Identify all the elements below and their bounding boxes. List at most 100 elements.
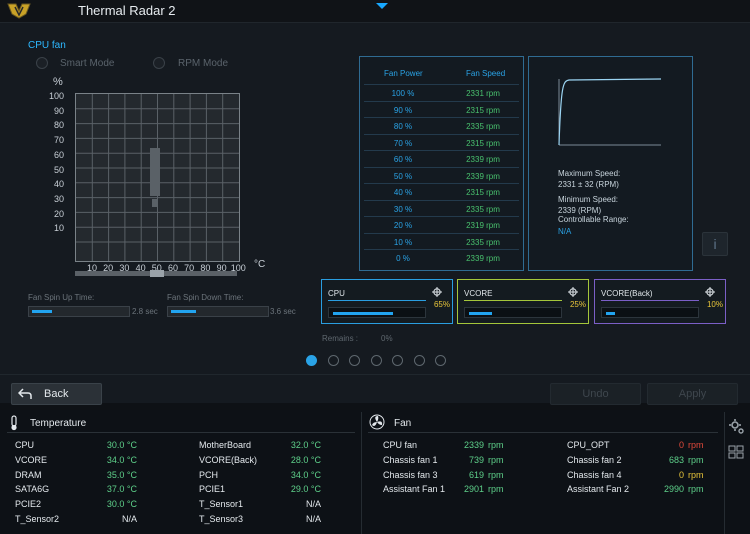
crosshair-icon[interactable] — [568, 287, 578, 297]
spin-down-fill — [171, 310, 196, 313]
y-tick-label: 70 — [53, 135, 64, 146]
table-row-divider — [364, 100, 519, 102]
info-button[interactable]: i — [702, 232, 728, 256]
fan-rpm-value: 2901 — [463, 484, 484, 495]
spin-down-slider[interactable] — [167, 306, 269, 317]
table-row: 100 % 2331 rpm — [360, 89, 523, 101]
collapse-arrow-icon[interactable] — [376, 3, 388, 9]
undo-button[interactable]: Undo — [550, 383, 641, 405]
fan-name: Chassis fan 2 — [567, 454, 622, 465]
x-unit-label: °C — [254, 259, 266, 270]
page-dot[interactable] — [349, 355, 360, 366]
y-tick-label: 90 — [53, 105, 64, 116]
table-row-divider — [364, 183, 519, 184]
sensor-name: CPU — [328, 289, 345, 298]
sensor-underline — [328, 300, 426, 301]
spin-up-label: Fan Spin Up Time: — [28, 293, 95, 302]
sensor-card-cpu[interactable]: CPU 65% — [321, 279, 453, 324]
temp-sensor-value: 30.0 °C — [106, 499, 137, 510]
table-row-divider — [364, 133, 519, 135]
y-tick-label: 50 — [53, 164, 64, 175]
sensor-underline — [464, 300, 562, 301]
fan-power-cell: 50 % — [393, 171, 413, 181]
fan-speed-cell: 2319 rpm — [466, 221, 500, 230]
fan-rpm-unit: rpm — [688, 469, 704, 480]
y-unit-label: % — [53, 76, 63, 88]
fan-power-cell: 80 % — [393, 122, 413, 131]
rpm-mode-radio[interactable] — [153, 57, 165, 69]
warning-dot — [152, 199, 158, 207]
fan-power-cell: 0 % — [396, 254, 410, 263]
back-button[interactable]: Back — [11, 383, 102, 405]
col-fan-speed: Fan Speed — [466, 69, 506, 78]
spin-up-fill — [32, 310, 52, 313]
temp-sensor-name: PCH — [199, 469, 219, 480]
thermometer-icon — [11, 415, 17, 431]
col-fan-power: Fan Power — [384, 69, 423, 78]
temp-sensor-name: CPU — [15, 440, 35, 450]
warning-bar — [150, 148, 160, 196]
y-tick-label: 30 — [53, 193, 64, 204]
tuf-logo — [7, 3, 31, 19]
temp-sensor-name: MotherBoard — [199, 440, 252, 450]
spin-down-label: Fan Spin Down Time: — [167, 293, 244, 302]
sensor-underline — [601, 300, 699, 301]
undo-label: Undo — [582, 388, 609, 400]
sensor-name: VCORE — [464, 289, 493, 298]
page-dot[interactable] — [413, 355, 425, 366]
y-tick-label: 40 — [53, 179, 64, 190]
sensor-name: VCORE(Back) — [601, 289, 653, 298]
y-tick-label: 80 — [53, 120, 64, 131]
speed-curve-panel: Maximum Speed: 2331 ± 32 (RPM) Minimum S… — [528, 56, 693, 271]
fan-section-label: CPU fan — [28, 40, 66, 51]
smart-mode-label: Smart Mode — [60, 58, 115, 69]
temp-slider-thumb[interactable] — [150, 270, 164, 277]
fan-speed-table: Fan Power Fan Speed 100 % 2331 rpm 90 % 231… — [359, 56, 524, 271]
crosshair-icon[interactable] — [705, 287, 715, 297]
spin-up-slider[interactable] — [28, 306, 130, 317]
speed-curve — [558, 78, 662, 146]
fan-rpm-unit: rpm — [488, 440, 504, 450]
monitor-side-divider — [724, 412, 725, 534]
fan-rpm-value: 0 — [678, 440, 684, 450]
smart-mode-radio[interactable] — [36, 57, 48, 69]
layout-grid-icon[interactable] — [728, 445, 744, 459]
temp-sensor-value: N/A — [305, 499, 321, 510]
fan-rpm-unit: rpm — [688, 440, 704, 450]
apply-button[interactable]: Apply — [647, 383, 738, 405]
sensor-bar-fill — [469, 312, 492, 315]
table-row: 20 % 2319 rpm — [360, 221, 523, 233]
table-row: 50 % 2339 rpm — [360, 172, 523, 184]
fan-speed-cell: 2331 rpm — [466, 89, 500, 98]
fan-rpm-value: 619 — [468, 469, 484, 480]
page-dot[interactable] — [392, 355, 403, 366]
sensor-card-vcoreback[interactable]: VCORE(Back) 10% — [594, 279, 726, 324]
monitor-divider — [361, 412, 362, 534]
sensor-bar — [328, 307, 426, 318]
page-dot[interactable] — [306, 355, 317, 366]
max-speed-value: 2331 ± 32 (RPM) — [558, 180, 619, 189]
fan-rpm-value: 683 — [668, 454, 684, 465]
fan-rpm-value: 2339 — [463, 440, 484, 450]
sensor-card-vcore[interactable]: VCORE 25% — [457, 279, 589, 324]
sensor-bar — [464, 307, 562, 318]
fan-power-cell: 30 % — [393, 204, 413, 214]
range-value: N/A — [558, 227, 572, 236]
page-dot[interactable] — [435, 355, 446, 366]
sensor-bar-fill — [606, 312, 616, 315]
fan-speed-cell: 2335 rpm — [466, 122, 500, 131]
fan-speed-cell: 2339 rpm — [466, 254, 500, 263]
page-dot[interactable] — [370, 355, 382, 366]
temp-sensor-value: 30.0 °C — [106, 440, 137, 450]
temp-sensor-value: 34.0 °C — [106, 454, 137, 465]
back-arrow-icon — [18, 388, 32, 399]
fan-curve-graph[interactable] — [75, 93, 240, 262]
settings-gear-icon[interactable] — [728, 418, 746, 436]
crosshair-icon[interactable] — [432, 287, 442, 297]
table-row: 90 % 2315 rpm — [360, 106, 523, 118]
fan-rpm-unit: rpm — [688, 454, 704, 465]
temp-sensor-name: VCORE(Back) — [199, 454, 258, 465]
fan-rpm-unit: rpm — [688, 484, 704, 495]
y-tick-label: 100 — [48, 91, 64, 101]
page-dot[interactable] — [327, 355, 339, 366]
